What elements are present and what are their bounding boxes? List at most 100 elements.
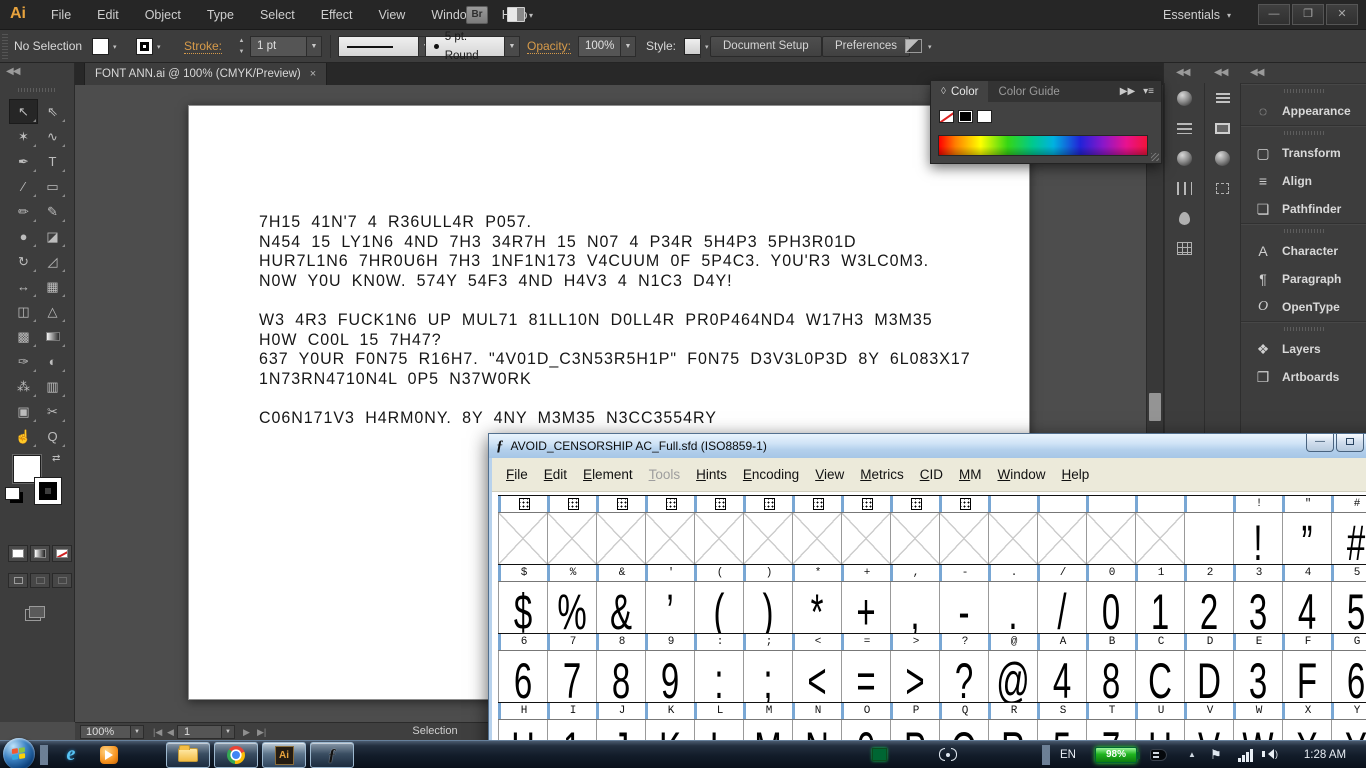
glyph-cell[interactable]: > (890, 651, 939, 702)
glyph-cell[interactable]: ; (743, 651, 792, 702)
direct-selection-tool[interactable]: ⇖ (38, 99, 67, 124)
taskbar-grip[interactable] (1042, 745, 1050, 765)
preferences-button[interactable]: Preferences (822, 36, 911, 57)
glyph-cell[interactable]: 4 (1282, 582, 1331, 633)
color-spectrum-bar[interactable] (938, 135, 1148, 156)
first-artboard-icon[interactable]: |◀ (153, 725, 162, 739)
maximize-button[interactable] (1336, 434, 1364, 452)
glyph-cell[interactable]: 2 (1184, 582, 1233, 633)
minimize-button[interactable]: — (1306, 434, 1334, 452)
panel-sliders-icon[interactable] (1165, 173, 1204, 203)
dock-item-artboards[interactable]: ❐ Artboards (1241, 363, 1366, 391)
dock-item-appearance[interactable]: ◌ Appearance (1241, 97, 1366, 125)
glyph-cell[interactable]: $ (498, 582, 547, 633)
glyph-cell[interactable]: & (596, 582, 645, 633)
glyph-cell[interactable]: @ (988, 651, 1037, 702)
glyph-cell[interactable]: 6 (498, 651, 547, 702)
stroke-link[interactable]: Stroke: (184, 30, 223, 54)
stroke-profile-dropdown[interactable]: ▼ (338, 36, 434, 57)
panel-grid-icon[interactable] (1165, 233, 1204, 263)
glyph-cell[interactable]: C (1135, 651, 1184, 702)
panel-dashbox-icon[interactable] (1205, 173, 1240, 203)
restore-button[interactable]: ❐ (1292, 4, 1324, 25)
blob-brush-tool[interactable]: ● (9, 224, 38, 249)
dock-item-opentype[interactable]: O OpenType (1241, 293, 1366, 321)
zoom-tool[interactable]: Q (38, 424, 67, 449)
glyph-cell[interactable]: < (792, 651, 841, 702)
tab-color[interactable]: ◊ Color (931, 81, 989, 102)
scrollbar-thumb[interactable] (1149, 393, 1161, 421)
glyph-cell[interactable]: - (939, 582, 988, 633)
clock[interactable]: 1:28 AM (1290, 741, 1360, 768)
glyph-cell[interactable] (645, 513, 694, 564)
glyph-cell[interactable]: 8 (1086, 651, 1135, 702)
close-button[interactable]: ✕ (1326, 4, 1358, 25)
glyph-cell[interactable]: ’ (645, 582, 694, 633)
taskbar-button-chrome[interactable] (214, 742, 258, 768)
glyph-cell[interactable] (1037, 513, 1086, 564)
volume-icon[interactable]: ) (1262, 749, 1278, 759)
glyph-cell[interactable]: + (841, 582, 890, 633)
menu-item[interactable]: Hints (688, 467, 735, 482)
dock-group-handle[interactable] (1241, 83, 1366, 97)
minimize-button[interactable]: — (1258, 4, 1290, 25)
glyph-cell[interactable]: ! (1233, 513, 1282, 564)
glyph-cell[interactable]: 5 (1331, 582, 1366, 633)
menu-item[interactable]: Select (247, 0, 308, 30)
menu-item[interactable]: Effect (308, 0, 366, 30)
glyph-cell[interactable]: 3 (1233, 582, 1282, 633)
collapse-panel-icon[interactable]: ◀◀ (6, 66, 20, 77)
glyph-cell[interactable] (1135, 513, 1184, 564)
glyph-cell[interactable] (498, 513, 547, 564)
style-swatch[interactable] (684, 38, 701, 55)
menu-item[interactable]: Edit (536, 467, 575, 482)
symbol-sprayer-tool[interactable]: ⁂ (9, 374, 38, 399)
color-button[interactable] (8, 545, 28, 562)
menu-item[interactable]: Help (1054, 467, 1098, 482)
mesh-tool[interactable]: ▩ (9, 324, 38, 349)
next-artboard-icon[interactable]: ▶ (243, 725, 250, 739)
dock-group-handle[interactable] (1241, 125, 1366, 139)
glyph-cell[interactable]: 1 (1135, 582, 1184, 633)
glyph-cell[interactable]: 3 (1233, 651, 1282, 702)
tab-color-guide[interactable]: Color Guide (988, 86, 1069, 98)
draw-normal-mode-button[interactable] (8, 573, 28, 588)
glyph-cell[interactable] (988, 513, 1037, 564)
panel-grip[interactable] (18, 88, 56, 92)
previous-artboard-icon[interactable]: ◀ (167, 725, 174, 739)
panel-drop-icon[interactable] (1165, 203, 1204, 233)
hand-tool[interactable]: ☝ (9, 424, 38, 449)
taskbar-grip[interactable] (40, 745, 48, 765)
panel-frame-icon[interactable] (1205, 113, 1240, 143)
chevron-down-icon[interactable]: ▼ (221, 726, 234, 738)
panel-ball-icon[interactable] (1165, 83, 1204, 113)
action-center-icon[interactable]: ⚑ (1210, 741, 1222, 768)
glyph-cell[interactable]: 9 (645, 651, 694, 702)
fill-swatch[interactable] (92, 38, 109, 55)
magic-wand-tool[interactable]: ✶ (9, 124, 38, 149)
shape-builder-tool[interactable]: ◫ (9, 299, 38, 324)
width-tool[interactable]: ↔ (9, 274, 38, 299)
menu-item[interactable]: CID (912, 467, 951, 482)
glyph-cell[interactable]: ( (694, 582, 743, 633)
workspace-switcher[interactable]: Essentials ▾ (1163, 0, 1231, 30)
artboard-number-field[interactable]: 1 ▼ (177, 725, 235, 739)
menu-item[interactable]: View (807, 467, 852, 482)
glyph-cell[interactable]: 7 (547, 651, 596, 702)
stroke-color-swatch[interactable] (34, 477, 62, 505)
last-artboard-icon[interactable]: ▶| (257, 725, 266, 739)
close-tab-icon[interactable]: × (310, 68, 316, 80)
menu-item[interactable]: MM (951, 467, 990, 482)
chevron-down-icon[interactable]: ▼ (620, 37, 635, 56)
draw-inside-mode-button[interactable] (52, 573, 72, 588)
network-activity-icon[interactable] (872, 748, 887, 761)
dock-item-transform[interactable]: ▢ Transform (1241, 139, 1366, 167)
document-tab[interactable]: FONT ANN.ai @ 100% (CMYK/Preview) × (84, 63, 328, 85)
glyph-cell[interactable]: ” (1282, 513, 1331, 564)
glyph-cell[interactable]: / (1037, 582, 1086, 633)
none-button[interactable] (52, 545, 72, 562)
dock-item-character[interactable]: A Character (1241, 237, 1366, 265)
glyph-cell[interactable]: 6 (1331, 651, 1366, 702)
glyph-cell[interactable]: # (1331, 513, 1366, 564)
chevron-down-icon[interactable]: ▾ (157, 43, 161, 51)
